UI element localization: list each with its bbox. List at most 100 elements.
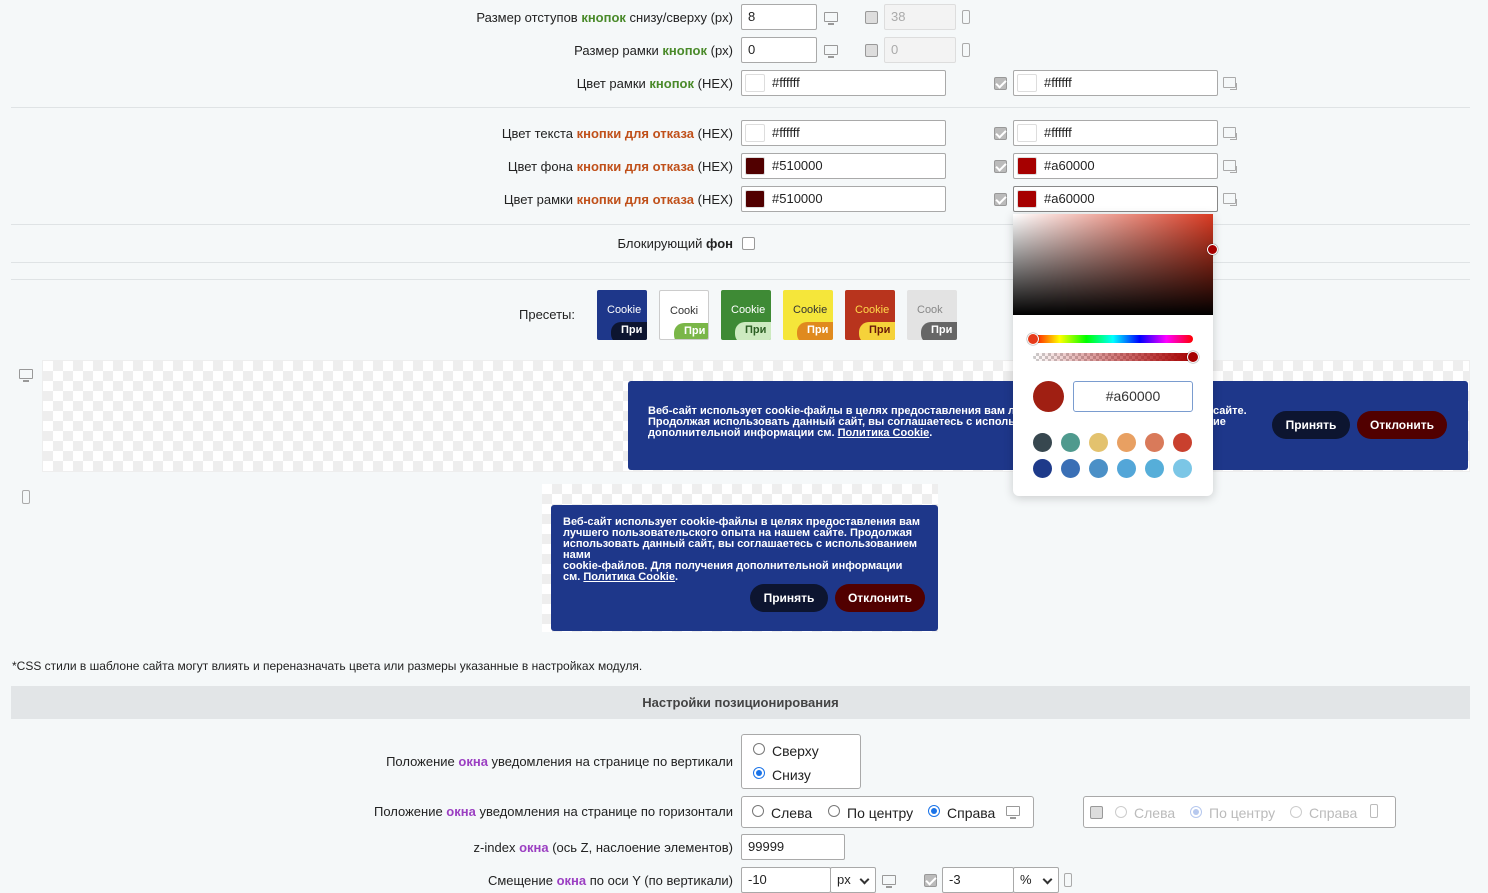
desktop-accept-button[interactable]: Принять: [1272, 411, 1350, 439]
horizontal-position-label: Положение окна уведомления на странице п…: [373, 804, 733, 819]
decline-border-color-mobile-checkbox[interactable]: [994, 193, 1007, 206]
color-swatch[interactable]: [1017, 157, 1037, 175]
preset-3[interactable]: Cookie При: [721, 290, 771, 340]
offset-y-label: Смещение окна по оси Y (по вертикали): [487, 873, 733, 888]
color-swatch[interactable]: [1017, 124, 1037, 142]
decline-border-color-label: Цвет рамки кнопки для отказа (HEX): [503, 192, 733, 207]
saturation-handle[interactable]: [1207, 244, 1218, 255]
mobile-decline-button[interactable]: Отклонить: [835, 584, 925, 612]
horizontal-center-radio[interactable]: [828, 805, 840, 817]
horizontal-position-mobile-checkbox[interactable]: [1090, 806, 1103, 819]
horizontal-left-radio[interactable]: [752, 805, 764, 817]
decline-border-color-mobile-input[interactable]: #a60000: [1013, 186, 1218, 212]
color-swatch[interactable]: [1061, 433, 1080, 452]
color-swatch[interactable]: [1061, 459, 1080, 478]
horizontal-right-radio[interactable]: [928, 805, 940, 817]
vertical-bottom-radio[interactable]: [753, 767, 765, 779]
hue-handle[interactable]: [1027, 333, 1039, 345]
buttons-border-size-mobile-checkbox[interactable]: [865, 44, 878, 57]
desktop-icon: [1006, 806, 1020, 819]
offset-y-mobile-checkbox[interactable]: [924, 874, 937, 887]
color-swatch[interactable]: [1033, 433, 1052, 452]
offset-y-unit-select[interactable]: px: [830, 867, 876, 893]
decline-text-color-input[interactable]: #ffffff: [741, 120, 946, 146]
buttons-padding-input[interactable]: 8: [741, 4, 817, 30]
color-swatch[interactable]: [1033, 459, 1052, 478]
buttons-padding-mobile-input[interactable]: 38: [884, 4, 956, 30]
color-swatch[interactable]: [745, 124, 765, 142]
desktop-banner-text-end: сайте. ие: [1213, 405, 1247, 428]
horizontal-mobile-right-radio[interactable]: [1290, 806, 1302, 818]
desktop-decline-button[interactable]: Отклонить: [1357, 411, 1447, 439]
buttons-border-color-input[interactable]: #ffffff: [741, 70, 946, 96]
cookie-policy-link[interactable]: Политика Cookie: [838, 427, 930, 439]
picker-hex-input[interactable]: #a60000: [1073, 381, 1193, 412]
color-swatch[interactable]: [1017, 74, 1037, 92]
copy-to-mobile-icon[interactable]: [1223, 77, 1238, 91]
color-swatch[interactable]: [1173, 433, 1192, 452]
decline-text-color-mobile-input[interactable]: #ffffff: [1013, 120, 1218, 146]
horizontal-mobile-center-radio[interactable]: [1190, 806, 1202, 818]
buttons-border-color-mobile-checkbox[interactable]: [994, 77, 1007, 90]
buttons-border-color-mobile-input[interactable]: #ffffff: [1013, 70, 1218, 96]
preset-4[interactable]: Cookie При: [783, 290, 833, 340]
alpha-slider[interactable]: [1033, 353, 1193, 361]
color-swatch[interactable]: [1017, 190, 1037, 208]
color-swatch[interactable]: [1089, 433, 1108, 452]
decline-bg-color-input[interactable]: #510000: [741, 153, 946, 179]
saturation-area[interactable]: [1013, 214, 1213, 315]
color-swatch[interactable]: [745, 74, 765, 92]
cookie-policy-link[interactable]: Политика Cookie: [583, 571, 675, 583]
preset-5[interactable]: Cookie При: [845, 290, 895, 340]
copy-to-mobile-icon[interactable]: [1223, 127, 1238, 141]
color-swatch[interactable]: [1145, 433, 1164, 452]
color-swatch[interactable]: [1145, 459, 1164, 478]
color-value: #ffffff: [1044, 75, 1072, 90]
positioning-section-title: Настройки позиционирования: [11, 686, 1470, 719]
blocking-background-label: Блокирующий фон: [617, 236, 733, 251]
copy-to-mobile-icon[interactable]: [1223, 193, 1238, 207]
buttons-border-size-mobile-input[interactable]: 0: [884, 37, 956, 63]
decline-bg-color-label: Цвет фона кнопки для отказа (HEX): [507, 159, 733, 174]
color-swatch[interactable]: [1117, 459, 1136, 478]
offset-y-input[interactable]: -10: [741, 867, 831, 893]
color-value: #510000: [772, 191, 823, 206]
current-color-preview: [1033, 381, 1064, 412]
hue-slider[interactable]: [1033, 335, 1193, 343]
preset-text: Cooki: [670, 305, 699, 317]
preset-1[interactable]: Cookie При: [597, 290, 647, 340]
mobile-icon: [962, 10, 970, 24]
blocking-background-checkbox[interactable]: [742, 237, 755, 250]
color-swatch[interactable]: [745, 157, 765, 175]
color-swatch[interactable]: [1089, 459, 1108, 478]
mobile-cookie-banner: Веб-сайт использует cookie-файлы в целях…: [551, 505, 938, 631]
presets-label: Пресеты:: [519, 307, 576, 322]
preset-2[interactable]: Cooki При: [659, 290, 709, 340]
color-value: #ffffff: [772, 75, 800, 90]
mobile-icon: [1370, 804, 1378, 818]
offset-y-mobile-unit-select[interactable]: %: [1013, 867, 1059, 893]
color-swatch[interactable]: [745, 190, 765, 208]
copy-to-mobile-icon[interactable]: [1223, 160, 1238, 174]
color-swatch[interactable]: [1117, 433, 1136, 452]
preset-button: При: [611, 322, 647, 340]
color-swatch[interactable]: [1173, 459, 1192, 478]
offset-y-mobile-input[interactable]: -3: [942, 867, 1014, 893]
horizontal-mobile-left-radio[interactable]: [1115, 806, 1127, 818]
mobile-icon: [1064, 873, 1072, 887]
desktop-icon: [824, 12, 838, 25]
decline-text-color-label: Цвет текста кнопки для отказа (HEX): [501, 126, 733, 141]
decline-bg-color-mobile-checkbox[interactable]: [994, 160, 1007, 173]
buttons-padding-mobile-checkbox[interactable]: [865, 11, 878, 24]
vertical-top-radio[interactable]: [753, 743, 765, 755]
divider: [11, 262, 1470, 263]
buttons-border-size-input[interactable]: 0: [741, 37, 817, 63]
preset-button: При: [674, 323, 708, 339]
mobile-accept-button[interactable]: Принять: [750, 584, 828, 612]
alpha-handle[interactable]: [1187, 351, 1199, 363]
decline-border-color-input[interactable]: #510000: [741, 186, 946, 212]
decline-text-color-mobile-checkbox[interactable]: [994, 127, 1007, 140]
z-index-input[interactable]: 99999: [741, 834, 845, 860]
decline-bg-color-mobile-input[interactable]: #a60000: [1013, 153, 1218, 179]
preset-6[interactable]: Cook При: [907, 290, 957, 340]
